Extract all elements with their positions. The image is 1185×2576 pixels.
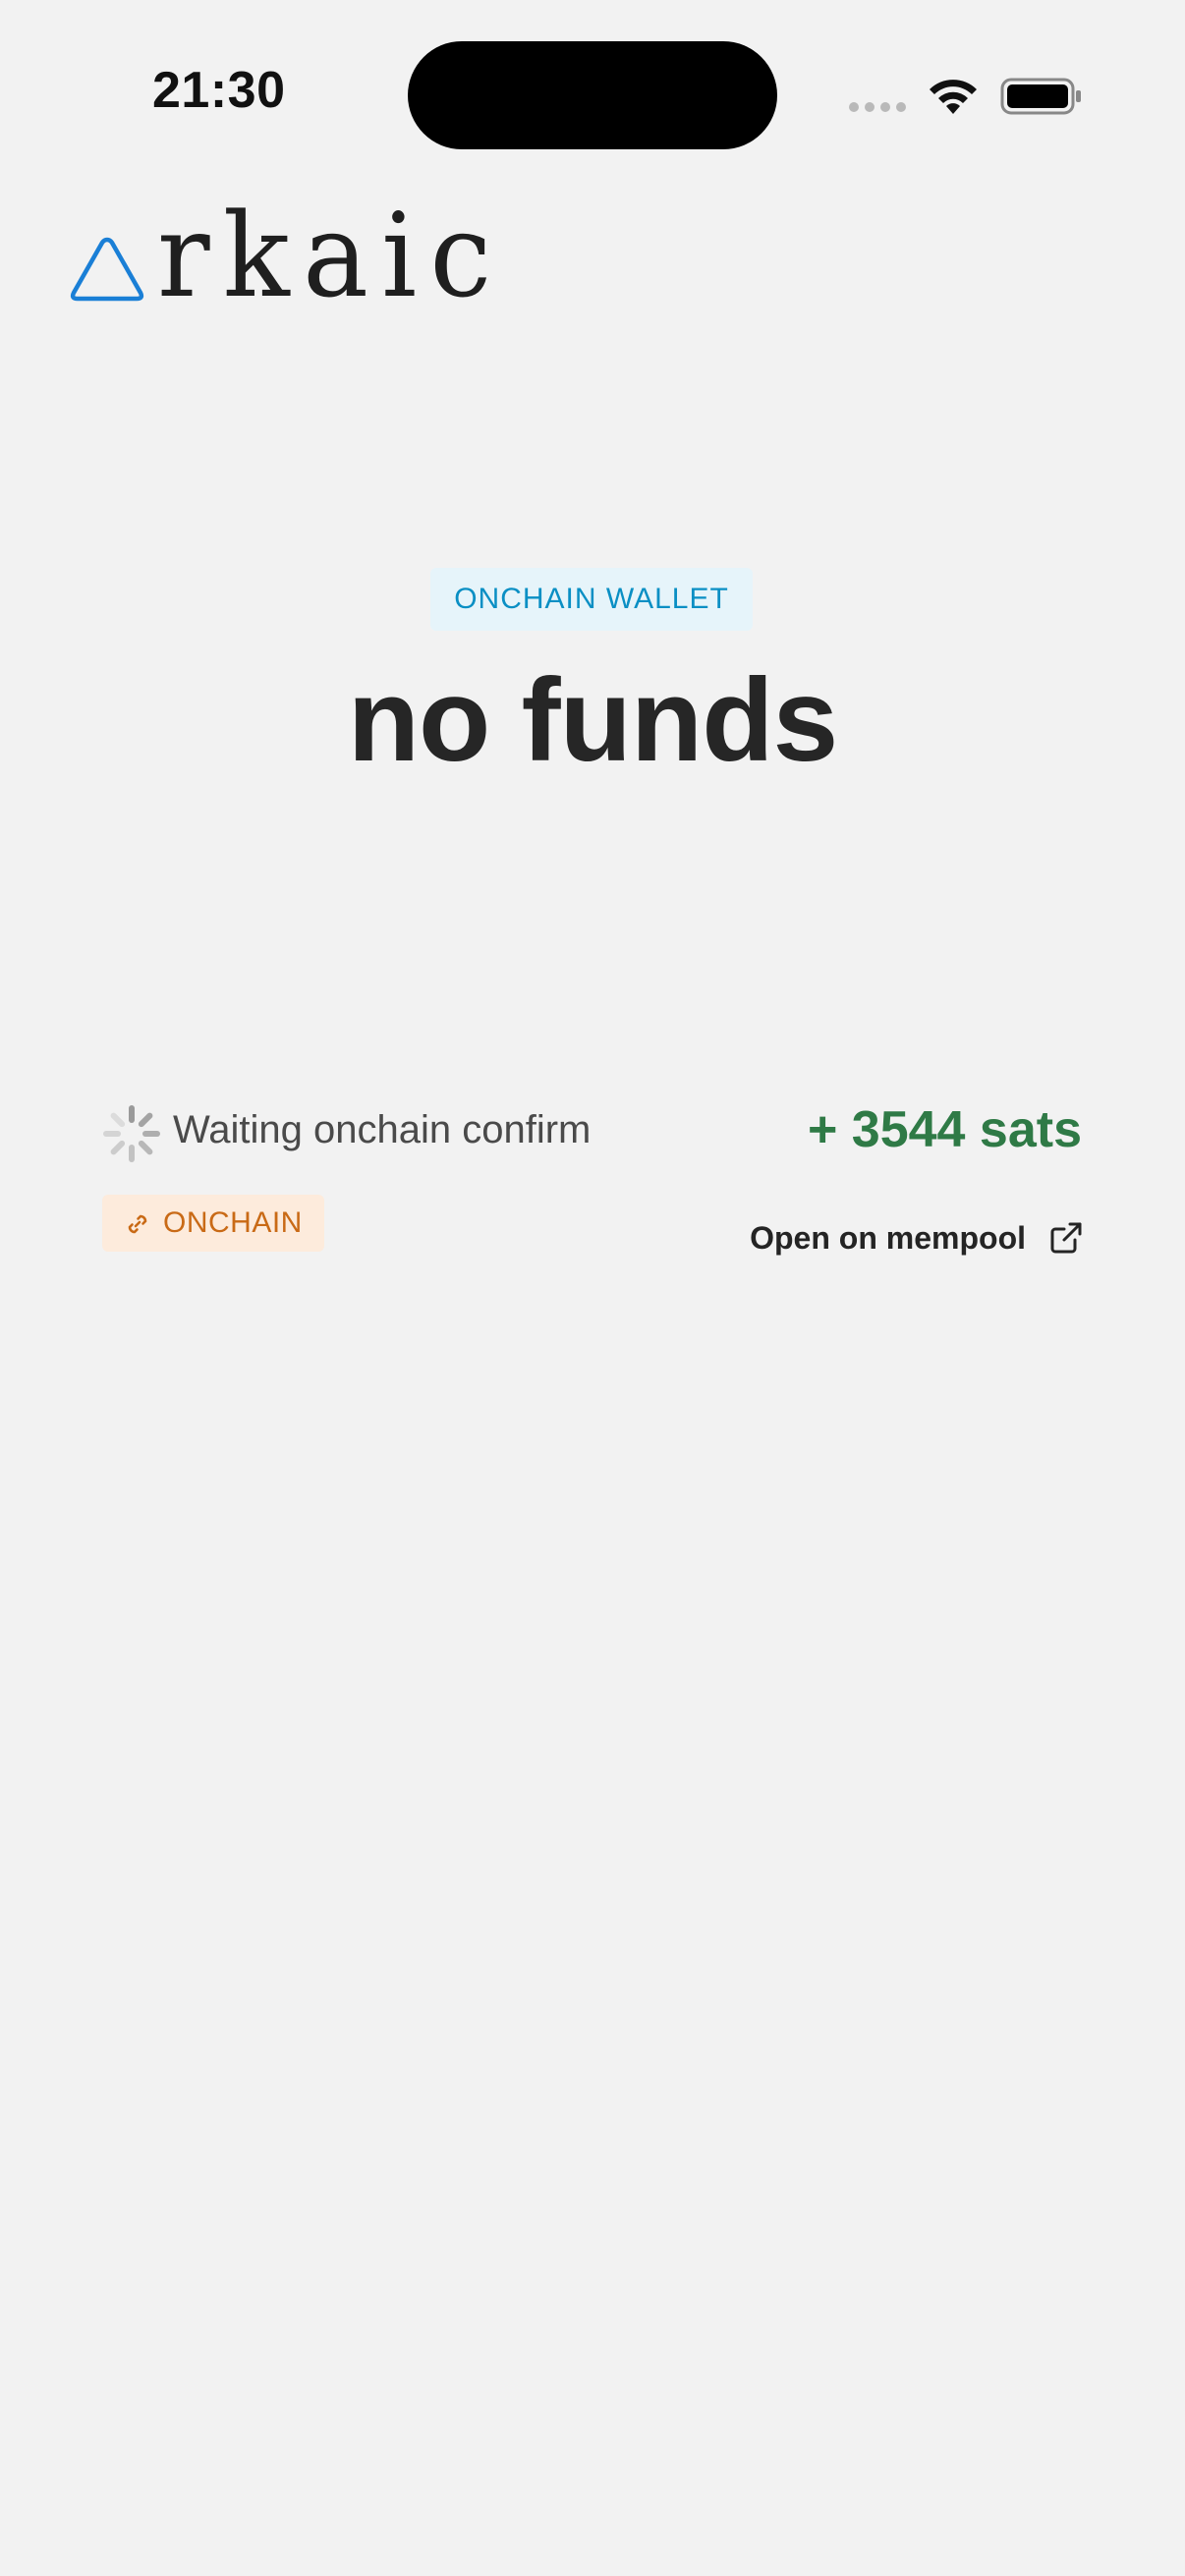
app-logo: rkaic xyxy=(69,196,491,314)
signal-dots-icon xyxy=(849,102,906,112)
open-on-mempool-label: Open on mempool xyxy=(750,1219,1026,1256)
wifi-icon xyxy=(930,80,977,114)
external-link-icon xyxy=(1050,1222,1082,1254)
link-icon xyxy=(128,1214,147,1234)
spinner-icon xyxy=(103,1105,160,1162)
logo-text: rkaic xyxy=(157,188,505,323)
transaction-amount: + 3544 sats xyxy=(807,1101,1082,1158)
transaction-status: Waiting onchain confirm xyxy=(173,1108,592,1151)
status-time: 21:30 xyxy=(152,62,286,119)
onchain-badge-label: ONCHAIN xyxy=(163,1206,303,1239)
open-on-mempool-link[interactable]: Open on mempool xyxy=(750,1216,1083,1260)
status-bar: 21:30 xyxy=(0,0,1185,177)
wallet-type-badge: ONCHAIN WALLET xyxy=(430,568,753,631)
balance-amount: no funds xyxy=(347,654,839,786)
battery-icon xyxy=(1000,78,1081,115)
dynamic-island xyxy=(408,41,777,149)
triangle-logo-icon xyxy=(70,237,144,302)
onchain-badge: ONCHAIN xyxy=(102,1195,324,1252)
